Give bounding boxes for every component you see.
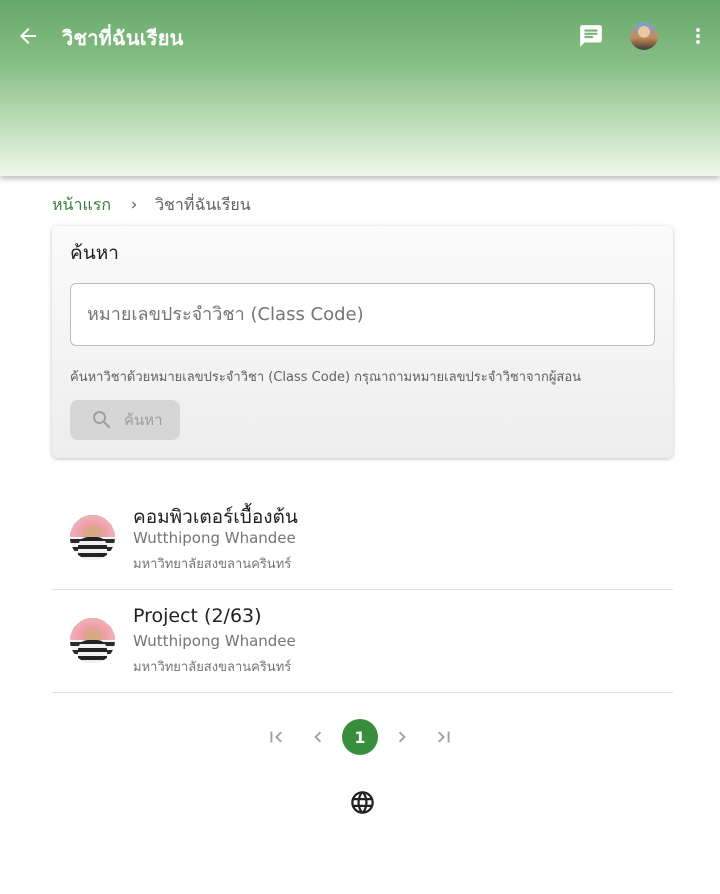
globe-icon: [351, 791, 374, 814]
search-hint: ค้นหาวิชาด้วยหมายเลขประจำวิชา (Class Cod…: [70, 370, 582, 385]
first-page-button[interactable]: [258, 719, 294, 755]
prev-page-button[interactable]: [300, 719, 336, 755]
class-list: คอมพิวเตอร์เบื้องต้น Wutthipong Whandee …: [52, 487, 673, 693]
class-owner-avatar: [70, 515, 115, 560]
last-page-icon: [438, 731, 450, 743]
search-button[interactable]: ค้นหา: [70, 400, 180, 440]
back-button[interactable]: [12, 20, 44, 52]
class-school: มหาวิทยาลัยสงขลานครินทร์: [133, 557, 292, 572]
chevron-right-icon: [127, 198, 141, 212]
search-button-label: ค้นหา: [124, 411, 163, 429]
search-card: ค้นหา ค้นหาวิชาด้วยหมายเลขประจำวิชา (Cla…: [52, 226, 673, 458]
chat-icon: [580, 25, 602, 47]
chevron-right-icon: [398, 731, 406, 743]
arrow-left-icon: [20, 28, 36, 44]
app-bar: วิชาที่ฉันเรียน: [0, 0, 720, 176]
pagination: 1: [258, 719, 462, 755]
more-vert-icon: [696, 28, 700, 44]
page-title: วิชาที่ฉันเรียน: [62, 26, 184, 50]
first-page-icon: [270, 731, 282, 743]
class-list-item[interactable]: Project (2/63) Wutthipong Whandee มหาวิท…: [52, 590, 673, 693]
class-name: Project (2/63): [133, 605, 262, 627]
user-avatar[interactable]: [630, 22, 658, 50]
breadcrumb-current: วิชาที่ฉันเรียน: [155, 194, 251, 214]
next-page-button[interactable]: [384, 719, 420, 755]
search-icon: [93, 411, 111, 429]
class-owner-avatar: [70, 618, 115, 663]
class-owner: Wutthipong Whandee: [133, 632, 296, 650]
breadcrumb: หน้าแรก วิชาที่ฉันเรียน: [52, 194, 251, 216]
page-number-button[interactable]: 1: [342, 719, 378, 755]
breadcrumb-home-link[interactable]: หน้าแรก: [52, 193, 111, 218]
search-card-title: ค้นหา: [70, 242, 119, 264]
chat-button[interactable]: [576, 21, 606, 51]
class-code-input[interactable]: [70, 283, 655, 346]
class-name: คอมพิวเตอร์เบื้องต้น: [133, 506, 298, 528]
more-menu-button[interactable]: [686, 22, 710, 50]
language-button[interactable]: [349, 789, 376, 816]
last-page-button[interactable]: [426, 719, 462, 755]
chevron-left-icon: [314, 731, 322, 743]
class-school: มหาวิทยาลัยสงขลานครินทร์: [133, 660, 292, 675]
class-list-item[interactable]: คอมพิวเตอร์เบื้องต้น Wutthipong Whandee …: [52, 487, 673, 590]
class-owner: Wutthipong Whandee: [133, 529, 296, 547]
